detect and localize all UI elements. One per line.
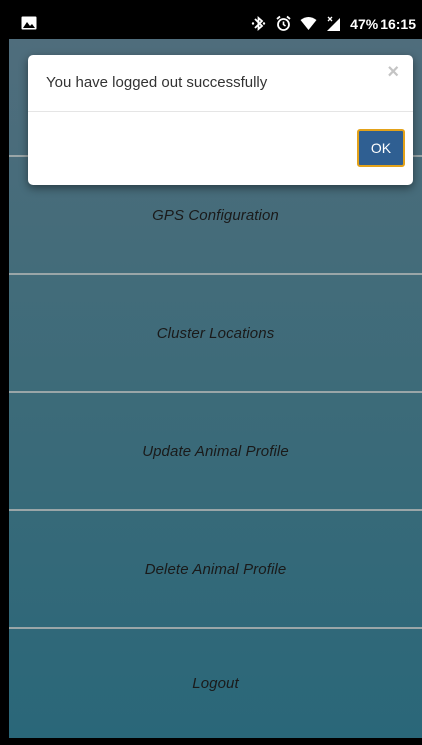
ok-button[interactable]: OK [357, 129, 405, 167]
status-icons: 47% 16:15 [250, 8, 422, 39]
status-bar: 47% 16:15 [9, 8, 422, 39]
menu-item-delete-animal-profile[interactable]: Delete Animal Profile [9, 511, 422, 629]
close-icon[interactable]: × [387, 61, 399, 84]
logout-dialog: You have logged out successfully × OK [28, 55, 413, 185]
menu-item-update-animal-profile[interactable]: Update Animal Profile [9, 393, 422, 511]
image-icon [21, 16, 37, 30]
menu-item-label: Cluster Locations [156, 324, 275, 342]
battery-percent: 47% [350, 15, 379, 32]
menu-item-cluster-locations[interactable]: Cluster Locations [9, 275, 422, 393]
menu-item-label: Update Animal Profile [142, 442, 289, 460]
menu-item-label: Delete Animal Profile [144, 560, 287, 578]
menu-item-label: Logout [192, 675, 239, 692]
dialog-header: You have logged out successfully × [28, 55, 413, 112]
menu-item-label: GPS Configuration [152, 206, 279, 224]
wifi-icon [300, 17, 317, 30]
menu-item-logout[interactable]: Logout [9, 629, 422, 738]
device-screen: 47% 16:15 GPS Configuration Cluster Loca… [9, 8, 422, 738]
dialog-message: You have logged out successfully [46, 74, 268, 91]
alarm-icon [276, 15, 291, 31]
signal-icon [327, 16, 341, 31]
clock: 16:15 [380, 15, 416, 32]
bluetooth-icon [251, 16, 266, 31]
